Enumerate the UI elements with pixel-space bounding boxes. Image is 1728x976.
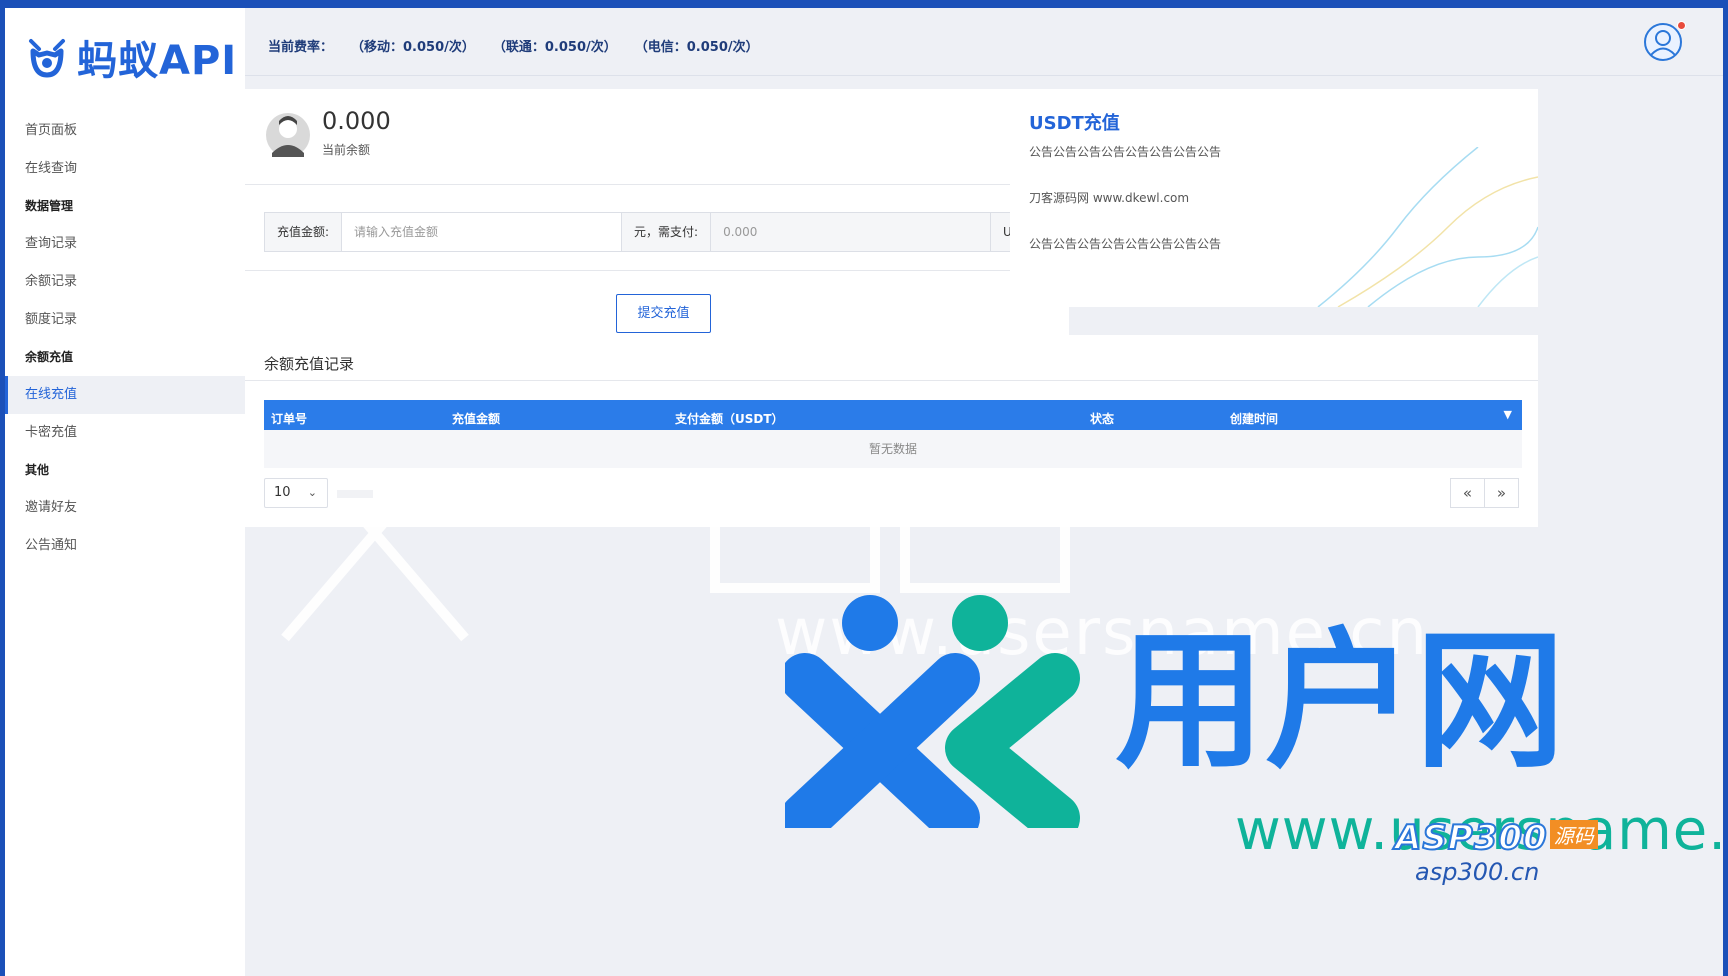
chevron-down-icon: ⌄ — [307, 486, 317, 499]
decorative-waves — [1317, 147, 1538, 307]
balance-card: 0.000 当前余额 充值金额: 请输入充值金额 元，需支付: 0.000 US… — [245, 89, 1069, 341]
sort-toggle-icon[interactable]: ▼ — [1504, 408, 1512, 421]
records-title: 余额充值记录 — [264, 355, 355, 373]
app-window: 蚂蚁API 首页面板 在线查询 数据管理 查询记录 余额记录 额度记录 余额充值… — [5, 8, 1723, 976]
pagination: « » — [1450, 478, 1519, 508]
sidebar-item-online-query[interactable]: 在线查询 — [5, 150, 245, 188]
watermark-asp-tag: 源码 — [1549, 820, 1598, 849]
watermark-asp300: ASP300 源码 asp300.cn — [1394, 817, 1598, 886]
column-status[interactable]: 状态 — [1090, 410, 1114, 427]
sidebar-item-online-recharge[interactable]: 在线充值 — [5, 376, 245, 414]
column-pay-amount[interactable]: 支付金额（USDT） — [675, 410, 784, 427]
divider — [245, 380, 1538, 381]
sidebar-item-quota-records[interactable]: 额度记录 — [5, 301, 245, 339]
divider — [245, 184, 1069, 185]
balance-value: 0.000 — [322, 107, 391, 135]
notice-line-3: 公告公告公告公告公告公告公告公告 — [1029, 237, 1222, 251]
rate-info: 当前费率： （移动：0.050/次） （联通：0.050/次） （电信：0.05… — [268, 36, 759, 55]
avatar-placeholder-icon — [266, 113, 310, 157]
recharge-records-card: 余额充值记录 订单号 充值金额 支付金额（USDT） 状态 创建时间 ▼ 暂无数… — [245, 335, 1538, 527]
pay-amount-field: 0.000 — [711, 213, 992, 251]
prev-page-button[interactable]: « — [1450, 478, 1485, 508]
watermark-asp-main: ASP300 — [1394, 817, 1548, 859]
table-header: 订单号 充值金额 支付金额（USDT） 状态 创建时间 ▼ — [264, 400, 1522, 434]
ant-logo-icon — [29, 39, 65, 78]
top-bar: 当前费率： （移动：0.050/次） （联通：0.050/次） （电信：0.05… — [245, 8, 1723, 76]
usdt-title: USDT充值 — [1029, 113, 1120, 134]
sidebar: 蚂蚁API 首页面板 在线查询 数据管理 查询记录 余额记录 额度记录 余额充值… — [5, 8, 245, 976]
sidebar-item-query-records[interactable]: 查询记录 — [5, 225, 245, 263]
sidebar-menu: 首页面板 在线查询 数据管理 查询记录 余额记录 额度记录 余额充值 在线充值 … — [5, 112, 245, 565]
sidebar-item-invite[interactable]: 邀请好友 — [5, 489, 245, 527]
column-order-no[interactable]: 订单号 — [271, 410, 307, 427]
next-page-button[interactable]: » — [1484, 478, 1519, 508]
column-created-time[interactable]: 创建时间 — [1230, 410, 1278, 427]
rate-mobile: （移动：0.050/次） — [351, 40, 475, 55]
table-empty-row: 暂无数据 — [264, 430, 1522, 468]
rate-telecom: （电信：0.050/次） — [634, 40, 759, 55]
balance-label: 当前余额 — [322, 143, 371, 157]
watermark-faint-site: www.usersname.cn — [775, 596, 1430, 670]
page-size-value: 10 — [274, 485, 291, 500]
sidebar-group-recharge: 余额充值 — [25, 350, 74, 364]
amount-input[interactable]: 请输入充值金额 — [342, 213, 623, 251]
sidebar-group-other: 其他 — [25, 463, 50, 477]
rate-unicom: （联通：0.050/次） — [492, 40, 617, 55]
rate-label: 当前费率： — [268, 40, 334, 55]
pay-label: 元，需支付: — [622, 213, 712, 251]
brand-name: 蚂蚁API — [77, 38, 238, 84]
sidebar-group-data: 数据管理 — [25, 199, 74, 213]
submit-recharge-button[interactable]: 提交充值 — [616, 294, 711, 333]
sidebar-item-announcements[interactable]: 公告通知 — [5, 527, 245, 565]
notification-dot — [1677, 21, 1686, 30]
notice-line-2: 刀客源码网 www.dkewl.com — [1029, 191, 1190, 205]
brand-logo[interactable]: 蚂蚁API — [25, 32, 237, 84]
divider — [245, 270, 1069, 271]
watermark-asp-site: asp300.cn — [1415, 858, 1540, 886]
sidebar-item-balance-records[interactable]: 余额记录 — [5, 263, 245, 301]
sidebar-item-dashboard[interactable]: 首页面板 — [5, 112, 245, 150]
page-size-select[interactable]: 10 ⌄ — [264, 478, 328, 508]
sidebar-item-card-recharge[interactable]: 卡密充值 — [5, 414, 245, 452]
column-recharge-amount[interactable]: 充值金额 — [452, 410, 500, 427]
usdt-notice-card: USDT充值 公告公告公告公告公告公告公告公告 刀客源码网 www.dkewl.… — [1010, 89, 1538, 307]
amount-label: 充值金额: — [265, 213, 343, 251]
recharge-form: 充值金额: 请输入充值金额 元，需支付: 0.000 USDT — [264, 212, 1049, 252]
page-info — [337, 490, 373, 498]
notice-line-1: 公告公告公告公告公告公告公告公告 — [1029, 145, 1222, 159]
